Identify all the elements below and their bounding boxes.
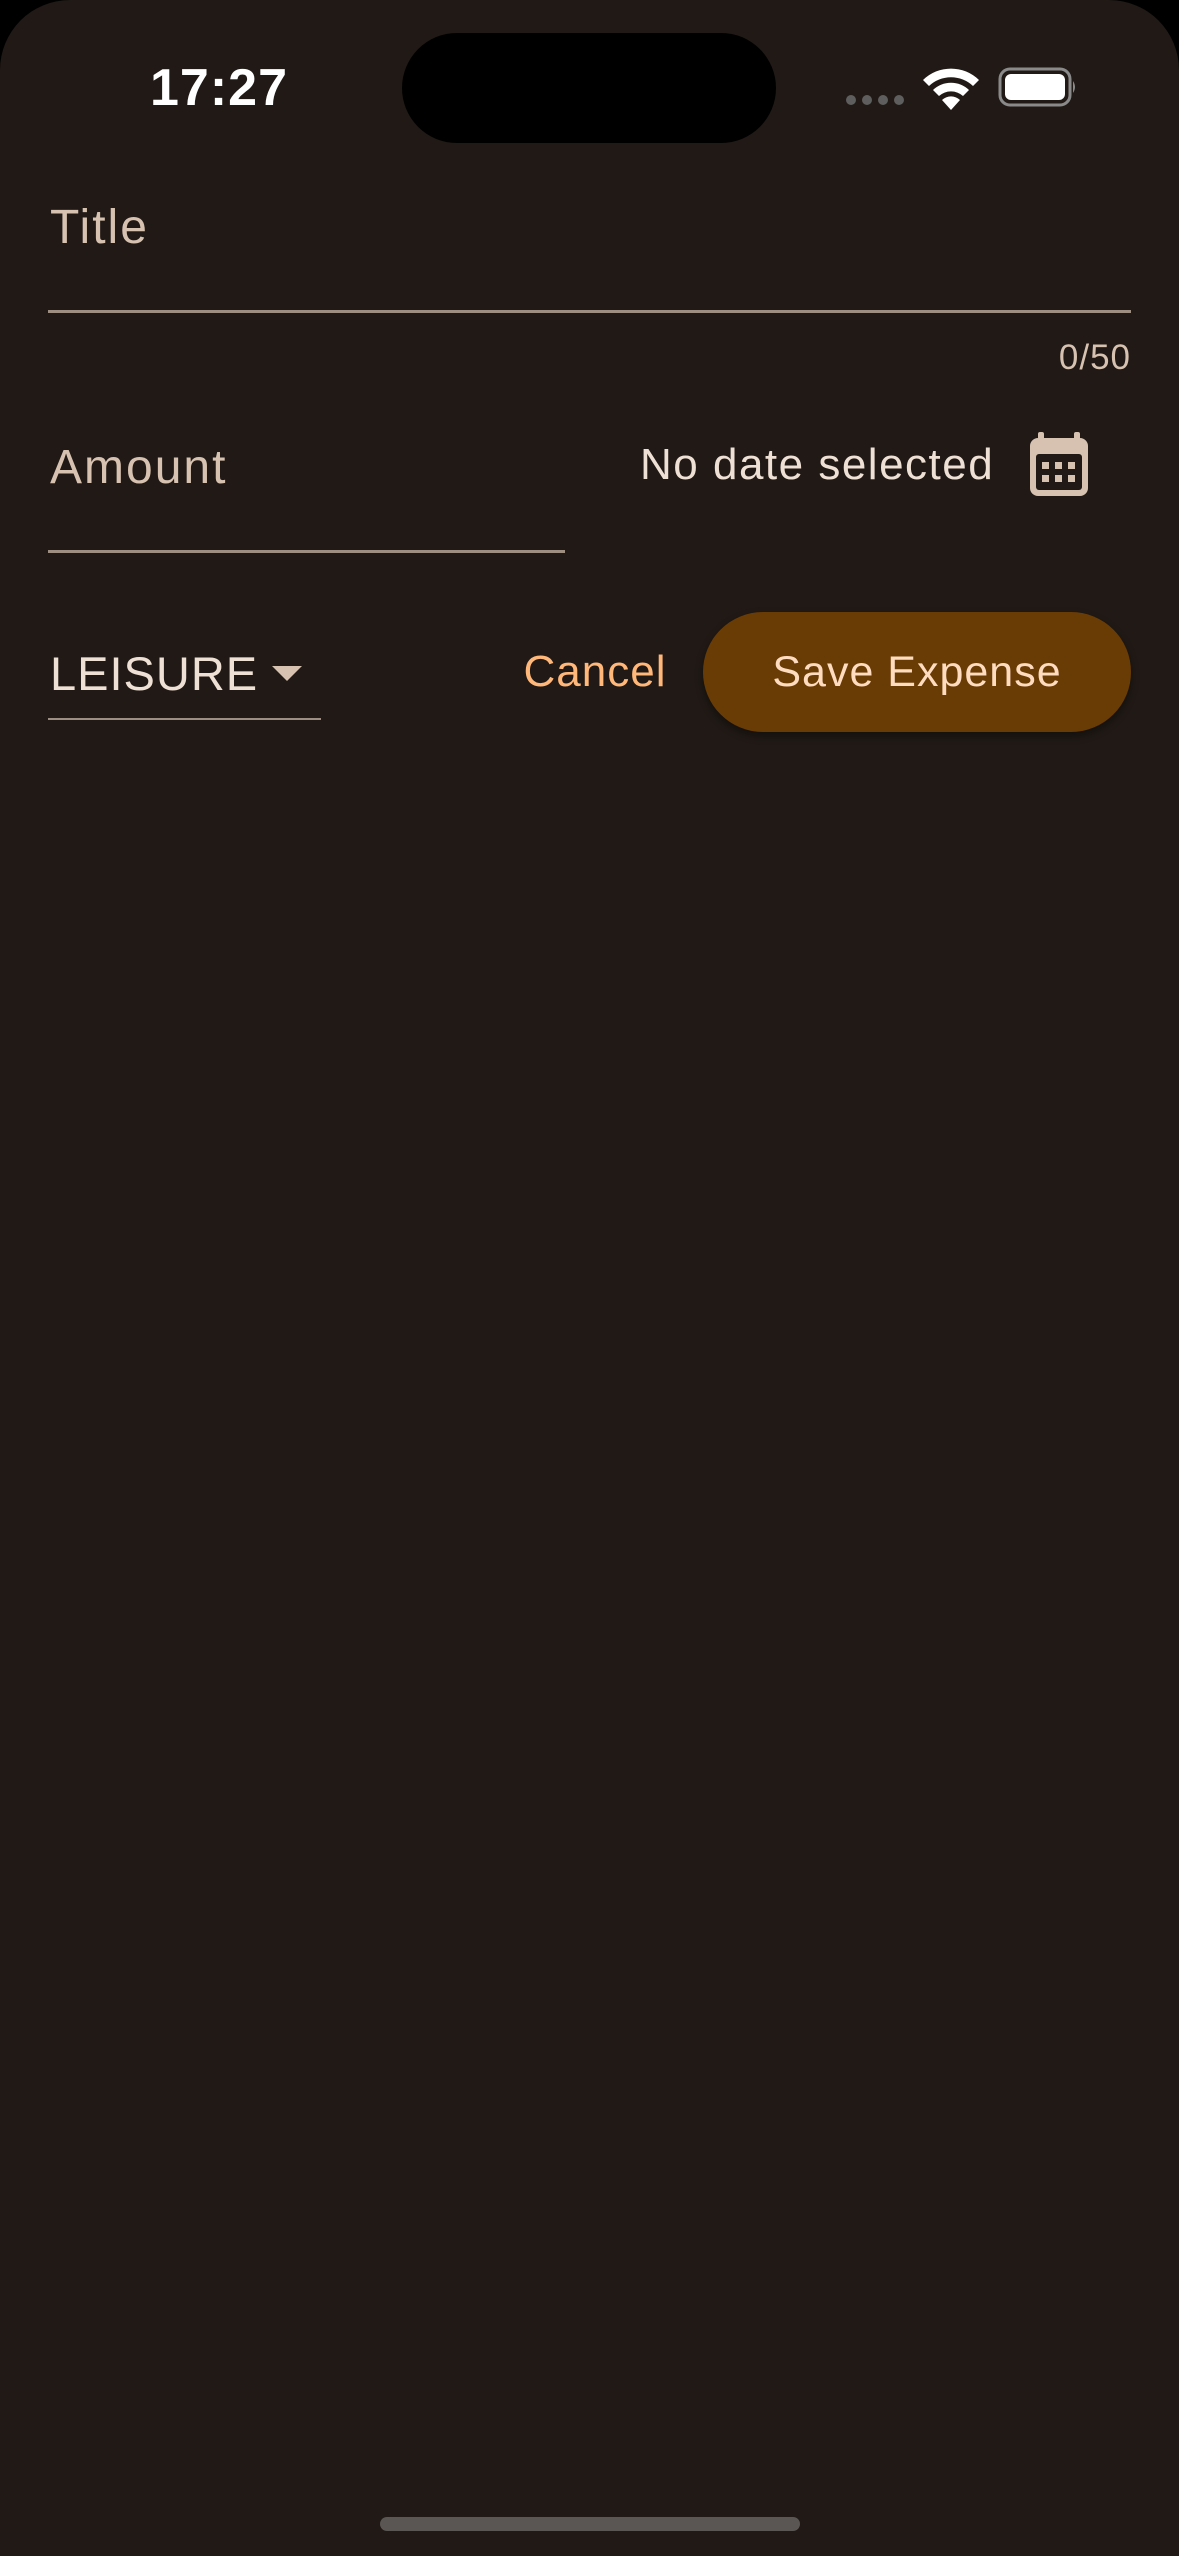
wifi-icon (923, 68, 979, 110)
home-indicator[interactable] (380, 2517, 800, 2531)
save-expense-button[interactable]: Save Expense (703, 612, 1131, 732)
title-input[interactable]: Title (48, 190, 1131, 313)
category-dropdown[interactable]: LEISURE (48, 620, 321, 720)
dropdown-arrow-icon (272, 666, 302, 681)
status-time: 17:27 (150, 59, 288, 117)
title-character-counter: 0/50 (1058, 338, 1131, 377)
category-selected-value: LEISURE (50, 647, 259, 700)
selected-date-text: No date selected (640, 440, 995, 489)
cancel-button[interactable]: Cancel (510, 620, 680, 724)
amount-field-label: Amount (50, 441, 228, 494)
battery-icon (998, 67, 1075, 107)
title-field-label: Title (50, 201, 149, 254)
cellular-signal-icon (846, 95, 904, 105)
amount-input[interactable]: Amount (48, 430, 565, 553)
add-expense-screen: 17:27 Title 0/50 Amount No date selected (0, 0, 1179, 2556)
dynamic-island (402, 33, 776, 143)
calendar-icon[interactable] (1028, 432, 1090, 498)
